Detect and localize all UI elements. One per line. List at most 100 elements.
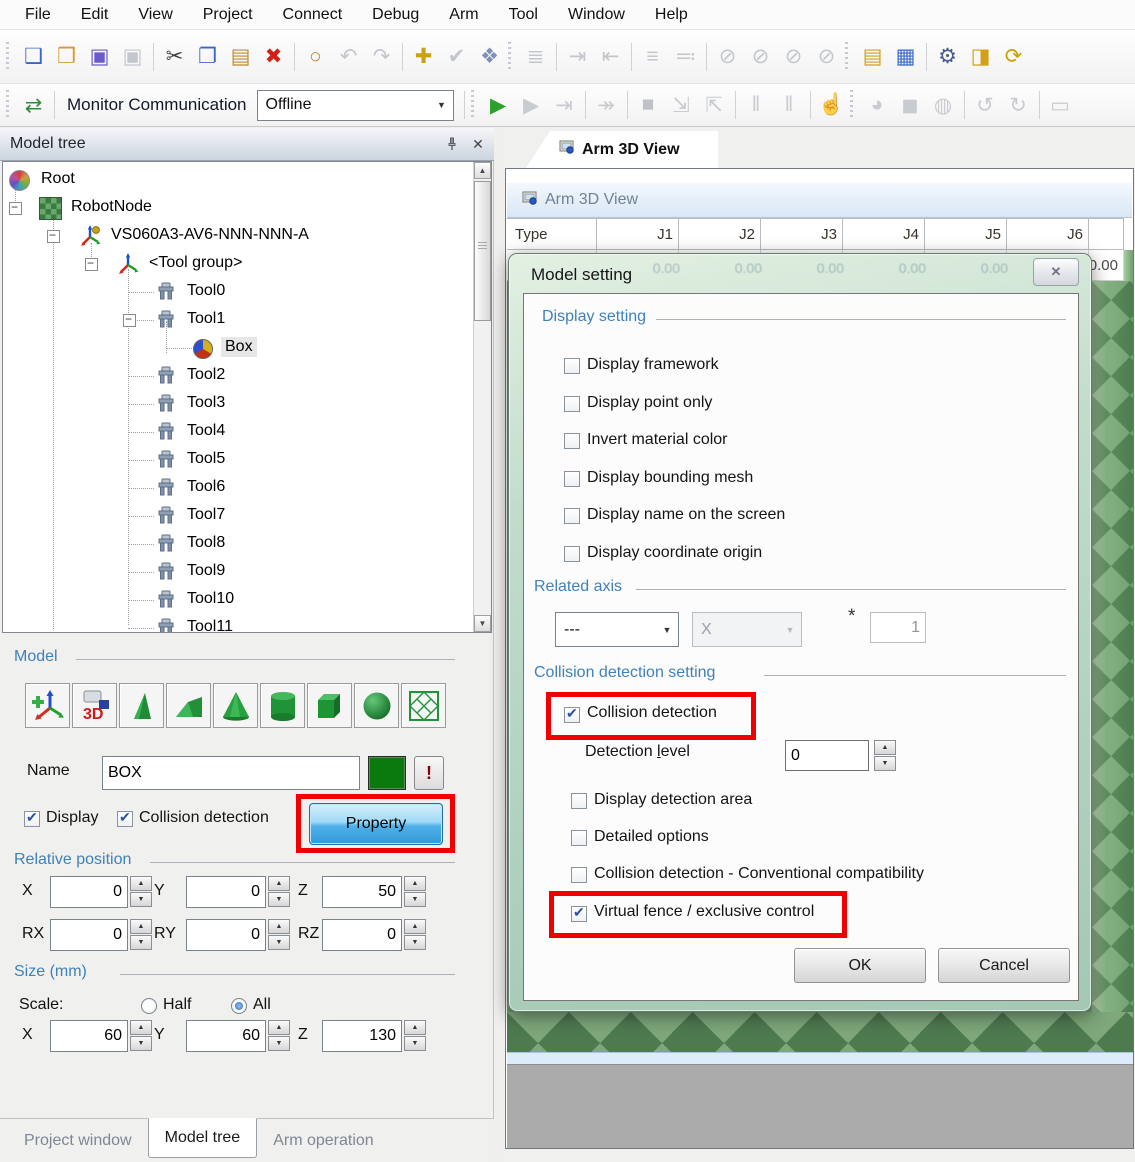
cut-icon[interactable]: ✂ [158, 40, 191, 73]
checkbox-collision-detection-conventional-compatibility[interactable] [571, 867, 587, 883]
spin-up-icon[interactable]: ▲ [404, 919, 426, 934]
sphere-model-button[interactable] [354, 683, 399, 728]
tree-expander[interactable] [123, 314, 136, 327]
variable-table-icon[interactable]: ▦ [889, 40, 922, 73]
ok-button[interactable]: OK [794, 948, 926, 983]
add-axes-model-button[interactable] [25, 683, 70, 728]
cube-model-button[interactable] [307, 683, 352, 728]
cancel-button[interactable]: Cancel [938, 948, 1070, 983]
menu-view[interactable]: View [123, 0, 187, 30]
spin-up-icon[interactable]: ▲ [268, 1020, 290, 1035]
checkbox-display-name-on-the-screen[interactable] [564, 508, 580, 524]
tree-item-tool11[interactable]: Tool11 [183, 617, 237, 633]
name-input[interactable] [103, 757, 359, 789]
dialog-close-button[interactable]: ✕ [1033, 258, 1079, 286]
tree-scrollbar[interactable]: ▲ ▼ [473, 162, 491, 632]
spin-up-icon[interactable]: ▲ [874, 740, 896, 755]
collision-detection-dialog-checkbox[interactable] [564, 707, 580, 723]
menu-tool[interactable]: Tool [494, 0, 553, 30]
cone-model-button[interactable] [213, 683, 258, 728]
close-icon[interactable]: ✕ [468, 134, 488, 154]
tree-expander[interactable] [9, 202, 22, 215]
pin-icon[interactable] [442, 134, 462, 154]
size-x-input[interactable] [51, 1021, 127, 1051]
spin-down-icon[interactable]: ▼ [404, 935, 426, 950]
menu-connect[interactable]: Connect [268, 0, 358, 30]
relative-x-input[interactable] [51, 877, 127, 907]
toolbar-grip[interactable] [845, 42, 852, 72]
mesh-model-button[interactable] [401, 683, 446, 728]
tree-item-tool5[interactable]: Tool5 [183, 449, 229, 469]
menu-project[interactable]: Project [188, 0, 268, 30]
communication-mode-combo[interactable]: Offline▼ [257, 90, 454, 121]
spin-up-icon[interactable]: ▲ [268, 919, 290, 934]
collision-detection-checkbox[interactable] [117, 811, 133, 827]
tab-arm-operation[interactable]: Arm operation [257, 1119, 390, 1162]
scale-half-radio[interactable] [141, 998, 157, 1014]
paste-icon[interactable]: ▤ [224, 40, 257, 73]
scrollbar-thumb[interactable] [474, 181, 491, 321]
tab-arm-3d-view[interactable]: Arm 3D View [526, 131, 718, 168]
sync-icon[interactable]: ⇄ [17, 89, 50, 122]
toolbar-grip[interactable] [6, 42, 13, 72]
wedge-model-button[interactable] [119, 683, 164, 728]
tree-expander[interactable] [85, 258, 98, 271]
menu-file[interactable]: File [10, 0, 66, 30]
size-z-input[interactable] [323, 1021, 401, 1051]
copy-icon[interactable]: ❐ [191, 40, 224, 73]
spin-down-icon[interactable]: ▼ [404, 892, 426, 907]
tree-item-tool1[interactable]: Tool1 [183, 309, 229, 329]
spin-up-icon[interactable]: ▲ [130, 919, 152, 934]
tab-model-tree[interactable]: Model tree [148, 1118, 258, 1158]
virtual-fence-checkbox[interactable] [571, 906, 587, 922]
search-icon[interactable]: ○ [299, 40, 332, 73]
save-all-icon[interactable]: ▣ [83, 40, 116, 73]
relative-rx-input[interactable] [51, 920, 127, 950]
spin-down-icon[interactable]: ▼ [268, 1036, 290, 1051]
spin-up-icon[interactable]: ▲ [404, 876, 426, 891]
detection-level-input[interactable] [785, 740, 869, 771]
display-checkbox[interactable] [24, 811, 40, 827]
arm-pose-icon[interactable]: ⚙ [931, 40, 964, 73]
tree-item-tool0[interactable]: Tool0 [183, 281, 229, 301]
spin-down-icon[interactable]: ▼ [130, 935, 152, 950]
related-axis-combo[interactable]: --- ▼ [555, 612, 679, 647]
spin-up-icon[interactable]: ▲ [268, 876, 290, 891]
arm-payload-icon[interactable]: ◨ [964, 40, 997, 73]
spin-up-icon[interactable]: ▲ [404, 1020, 426, 1035]
toolbar-grip[interactable] [508, 42, 515, 72]
spin-down-icon[interactable]: ▼ [404, 1036, 426, 1051]
tree-item-tool8[interactable]: Tool8 [183, 533, 229, 553]
spin-down-icon[interactable]: ▼ [268, 892, 290, 907]
size-y-input[interactable] [187, 1021, 265, 1051]
checkbox-display-bounding-mesh[interactable] [564, 471, 580, 487]
spin-up-icon[interactable]: ▲ [130, 876, 152, 891]
tree-item-tool9[interactable]: Tool9 [183, 561, 229, 581]
spin-down-icon[interactable]: ▼ [130, 892, 152, 907]
project-tree-icon[interactable]: ▤ [856, 40, 889, 73]
tab-project-window[interactable]: Project window [8, 1119, 148, 1162]
run-program-icon[interactable]: ▶ [482, 89, 515, 122]
scroll-up-icon[interactable]: ▲ [474, 162, 491, 179]
open-folder-icon[interactable]: ❒ [50, 40, 83, 73]
arm-warning-icon[interactable]: ⟳ [997, 40, 1030, 73]
toolbar-grip[interactable] [471, 90, 478, 120]
checkbox-display-point-only[interactable] [564, 396, 580, 412]
menu-edit[interactable]: Edit [66, 0, 124, 30]
checkbox-invert-material-color[interactable] [564, 433, 580, 449]
tree-item-box[interactable]: Box [221, 337, 257, 357]
tree-item-robotnode[interactable]: RobotNode [67, 197, 156, 217]
add-model-icon[interactable]: ✚ [407, 40, 440, 73]
spin-down-icon[interactable]: ▼ [130, 1036, 152, 1051]
menu-debug[interactable]: Debug [357, 0, 434, 30]
tree-item-root[interactable]: Root [37, 169, 79, 189]
toolbar-grip[interactable] [6, 90, 13, 120]
checkbox-detailed-options[interactable] [571, 830, 587, 846]
tree-item-tool3[interactable]: Tool3 [183, 393, 229, 413]
checkbox-display-coordinate-origin[interactable] [564, 546, 580, 562]
checkbox-display-framework[interactable] [564, 358, 580, 374]
menu-help[interactable]: Help [640, 0, 703, 30]
tree-item-tool10[interactable]: Tool10 [183, 589, 238, 609]
alert-button[interactable]: ! [414, 756, 444, 790]
scale-all-radio[interactable] [231, 998, 247, 1014]
